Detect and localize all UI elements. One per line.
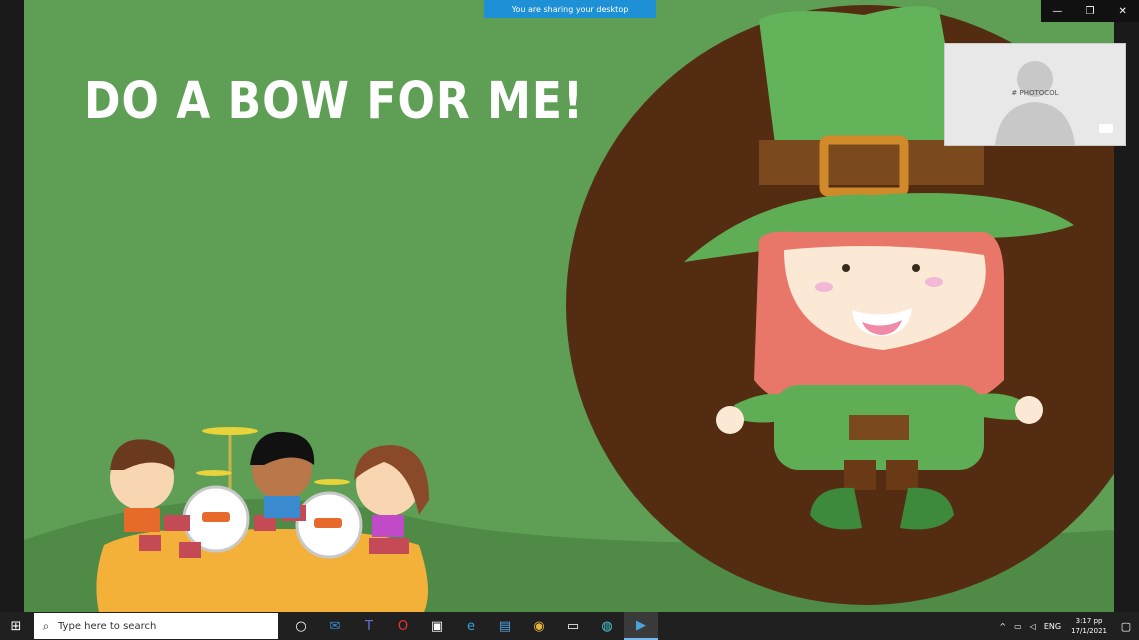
network-icon[interactable]: ▭ xyxy=(1014,622,1022,631)
close-button[interactable]: ✕ xyxy=(1106,0,1139,22)
taskbar-apps: ○ ✉ T O ▣ e ▤ ◉ ▭ ◍ ▶ xyxy=(284,612,658,640)
video-camera-icon[interactable] xyxy=(1099,124,1113,133)
task-view-icon[interactable]: ○ xyxy=(284,612,318,640)
search-box[interactable]: ⌕ Type here to search xyxy=(34,613,278,639)
clock-time: 3:17 pp xyxy=(1075,617,1103,625)
slide-headline: DO A BOW FOR ME! xyxy=(84,72,584,131)
search-icon: ⌕ xyxy=(42,618,50,633)
mail-icon[interactable]: ✉ xyxy=(318,612,352,640)
camera-preview[interactable]: # PHOTOCOL xyxy=(944,43,1126,146)
system-tray: ^ ▭ ◁ ENG 3:17 pp 17/1/2021 ▢ xyxy=(995,612,1139,640)
chrome-icon[interactable]: ◉ xyxy=(522,612,556,640)
taskbar: ⊞ ⌕ Type here to search ○ ✉ T O ▣ e ▤ ◉ … xyxy=(0,612,1139,640)
teams-icon[interactable]: T xyxy=(352,612,386,640)
opera-icon[interactable]: O xyxy=(386,612,420,640)
camera-app-icon[interactable]: ▭ xyxy=(556,612,590,640)
clock-date: 17/1/2021 xyxy=(1071,627,1107,635)
window-controls: — ❐ ✕ xyxy=(1041,0,1139,22)
windows-logo-icon[interactable]: ⊞ xyxy=(0,612,32,640)
tray-chevron[interactable]: ^ xyxy=(999,622,1006,631)
search-placeholder: Type here to search xyxy=(58,620,157,632)
camera-label: # PHOTOCOL xyxy=(1011,89,1059,97)
clock[interactable]: 3:17 pp 17/1/2021 xyxy=(1071,616,1107,636)
screen-share-banner[interactable]: You are sharing your desktop xyxy=(484,0,656,18)
notification-icon[interactable]: ▢ xyxy=(1113,620,1139,633)
edge-icon[interactable]: e xyxy=(454,612,488,640)
language-indicator[interactable]: ENG xyxy=(1044,622,1061,631)
photos-icon[interactable]: ▤ xyxy=(488,612,522,640)
volume-icon[interactable]: ◁ xyxy=(1030,622,1036,631)
app-icon[interactable]: ◍ xyxy=(590,612,624,640)
minimize-button[interactable]: — xyxy=(1041,0,1074,22)
media-player-icon[interactable]: ▶ xyxy=(624,612,658,640)
restore-button[interactable]: ❐ xyxy=(1074,0,1107,22)
store-icon[interactable]: ▣ xyxy=(420,612,454,640)
